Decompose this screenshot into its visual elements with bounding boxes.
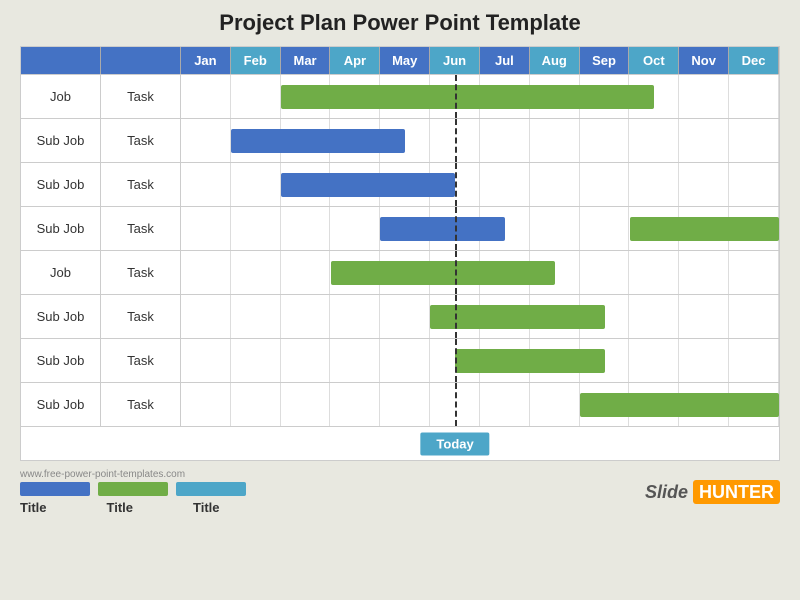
bar-row6-0	[455, 349, 605, 373]
bar-row3-0	[380, 217, 505, 241]
bar-row7-0	[580, 393, 779, 417]
gantt-row-6: Sub JobTask	[21, 338, 779, 382]
row-job-label-4: Job	[21, 251, 101, 294]
gantt-row-2: Sub JobTask	[21, 162, 779, 206]
row-task-label-2: Task	[101, 163, 181, 206]
row-bars-2	[181, 163, 779, 206]
row-task-label-7: Task	[101, 383, 181, 426]
footer-title-1: Title	[107, 500, 134, 515]
month-header-sep: Sep	[580, 47, 630, 74]
bar-row1-0	[231, 129, 405, 153]
row-task-label-0: Task	[101, 75, 181, 118]
gantt-row-0: JobTask	[21, 74, 779, 118]
month-header-apr: Apr	[330, 47, 380, 74]
footer-title-2: Title	[193, 500, 220, 515]
row-job-label-3: Sub Job	[21, 207, 101, 250]
row-bars-0	[181, 75, 779, 118]
today-line	[455, 383, 457, 426]
legend-bar-teal	[176, 482, 246, 496]
brand-hunter: HUNTER	[693, 480, 780, 504]
month-header-oct: Oct	[629, 47, 679, 74]
gantt-row-4: JobTask	[21, 250, 779, 294]
footer-url: www.free-power-point-templates.com	[20, 469, 645, 480]
today-badge: Today	[420, 432, 489, 455]
row-task-label-3: Task	[101, 207, 181, 250]
gantt-row-1: Sub JobTask	[21, 118, 779, 162]
row-bars-4	[181, 251, 779, 294]
page-title: Project Plan Power Point Template	[219, 10, 580, 36]
gantt-row-3: Sub JobTask	[21, 206, 779, 250]
today-line	[455, 207, 457, 250]
month-header-jul: Jul	[480, 47, 530, 74]
footer-title-0: Title	[20, 500, 47, 515]
row-task-label-4: Task	[101, 251, 181, 294]
month-header-dec: Dec	[729, 47, 779, 74]
bar-row3-1	[630, 217, 780, 241]
row-job-label-6: Sub Job	[21, 339, 101, 382]
month-header-feb: Feb	[231, 47, 281, 74]
month-header-aug: Aug	[530, 47, 580, 74]
row-bars-7	[181, 383, 779, 426]
month-header-nov: Nov	[679, 47, 729, 74]
today-line	[455, 251, 457, 294]
legend-bar-blue	[20, 482, 90, 496]
legend-bar-green	[98, 482, 168, 496]
row-bars-1	[181, 119, 779, 162]
brand-logo: Slide HUNTER	[645, 482, 780, 503]
gantt-row-7: Sub JobTask	[21, 382, 779, 426]
today-line	[455, 163, 457, 206]
row-job-label-1: Sub Job	[21, 119, 101, 162]
bar-row4-0	[331, 261, 555, 285]
gantt-row-5: Sub JobTask	[21, 294, 779, 338]
month-header-mar: Mar	[281, 47, 331, 74]
row-bars-5	[181, 295, 779, 338]
row-task-label-6: Task	[101, 339, 181, 382]
today-line	[455, 75, 457, 118]
row-task-label-1: Task	[101, 119, 181, 162]
bar-row0-0	[281, 85, 655, 109]
row-job-label-0: Job	[21, 75, 101, 118]
row-task-label-5: Task	[101, 295, 181, 338]
today-line	[455, 295, 457, 338]
row-job-label-2: Sub Job	[21, 163, 101, 206]
today-line	[455, 119, 457, 162]
month-header-jan: Jan	[181, 47, 231, 74]
brand-slide: Slide	[645, 482, 688, 502]
row-job-label-7: Sub Job	[21, 383, 101, 426]
row-bars-3	[181, 207, 779, 250]
row-bars-6	[181, 339, 779, 382]
bar-row2-0	[281, 173, 455, 197]
month-header-jun: Jun	[430, 47, 480, 74]
today-line	[455, 339, 457, 382]
month-header-may: May	[380, 47, 430, 74]
row-job-label-5: Sub Job	[21, 295, 101, 338]
